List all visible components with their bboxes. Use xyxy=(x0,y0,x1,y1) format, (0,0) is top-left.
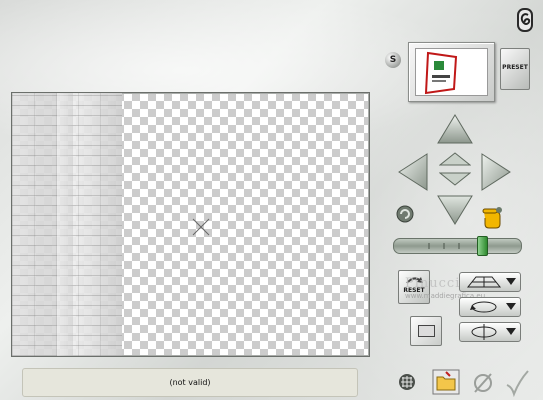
axis-rotate-icon xyxy=(471,324,497,340)
status-text: (not valid) xyxy=(169,378,211,387)
cancel-icon[interactable] xyxy=(472,371,494,395)
chevron-down-icon xyxy=(506,303,516,310)
small-down-button[interactable] xyxy=(439,172,471,186)
chevron-down-icon xyxy=(506,278,516,285)
arrow-left-button[interactable] xyxy=(397,152,429,192)
pointing-hand-icon[interactable] xyxy=(480,202,504,230)
frame-icon xyxy=(418,325,435,337)
chevron-down-icon xyxy=(506,328,516,335)
perspective-dropdown[interactable] xyxy=(459,272,521,292)
script-e-icon[interactable] xyxy=(515,6,535,34)
randomize-icon[interactable] xyxy=(396,205,414,223)
arrow-right-button[interactable] xyxy=(480,152,512,192)
checkmark-icon[interactable] xyxy=(504,369,530,397)
rotate-icon xyxy=(470,301,497,313)
preset-button[interactable]: PRESET xyxy=(500,48,530,90)
preset-thumbnail[interactable] xyxy=(408,42,495,102)
s-button[interactable]: S xyxy=(385,52,401,68)
small-up-button[interactable] xyxy=(439,152,471,166)
preset-button-label: PRESET xyxy=(502,64,528,71)
preview-canvas[interactable] xyxy=(11,92,370,357)
stone-texture-preview xyxy=(12,93,122,356)
status-bar: (not valid) xyxy=(22,368,358,397)
zoom-slider-thumb[interactable] xyxy=(477,236,488,256)
perspective-grid-icon xyxy=(466,276,502,288)
preset-thumbnail-image xyxy=(415,48,488,96)
zoom-slider[interactable] xyxy=(393,238,522,254)
center-cross-icon xyxy=(192,218,210,236)
rotate-dropdown[interactable] xyxy=(459,297,521,317)
arrow-up-button[interactable] xyxy=(436,113,474,145)
grid-icon[interactable] xyxy=(398,373,416,391)
open-folder-icon[interactable] xyxy=(432,369,460,395)
axis-rotate-dropdown[interactable] xyxy=(459,322,521,342)
arrow-down-button[interactable] xyxy=(436,194,474,226)
s-label: S xyxy=(389,55,397,65)
frame-toggle-button[interactable] xyxy=(410,316,442,346)
